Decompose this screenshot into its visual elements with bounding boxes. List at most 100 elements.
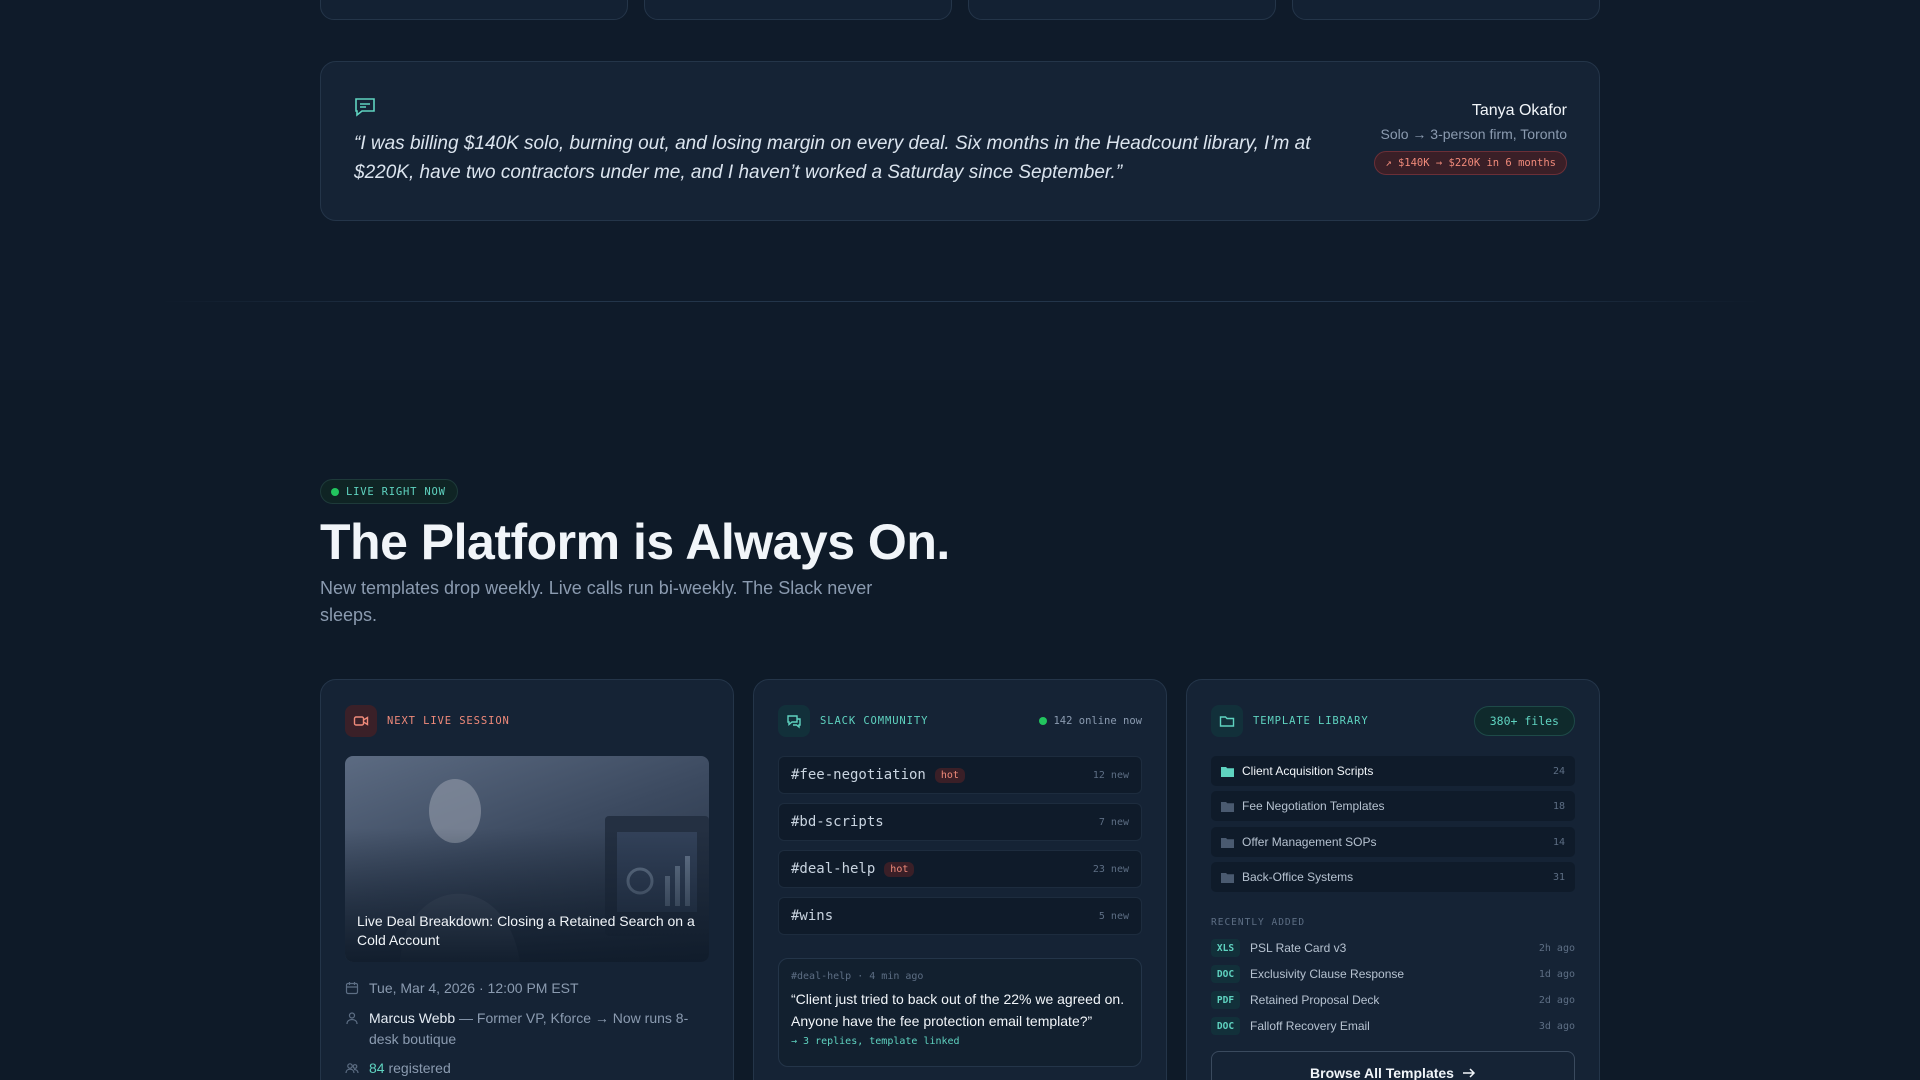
live-session-card: NEXT LIVE SESSION Live Deal Breakdown: C…	[320, 679, 734, 1080]
files-count-badge: 380+ files	[1473, 706, 1575, 736]
folder-name: Back-Office Systems	[1242, 870, 1354, 884]
new-count: 12 new	[1092, 769, 1129, 781]
chat-quote-icon	[355, 98, 375, 117]
card-header: NEXT LIVE SESSION	[345, 705, 709, 737]
folder-item[interactable]: Client Acquisition Scripts 24	[1211, 756, 1575, 786]
section-divider	[160, 301, 1760, 302]
live-status-pill: LIVE RIGHT NOW	[320, 479, 458, 504]
stat-cards-row	[320, 0, 1600, 20]
browse-templates-button[interactable]: Browse All Templates	[1211, 1051, 1575, 1080]
folder-name: Fee Negotiation Templates	[1242, 799, 1385, 813]
card-title: TEMPLATE LIBRARY	[1253, 715, 1369, 727]
testimonial-card: “I was billing $140K solo, burning out, …	[320, 61, 1600, 221]
folder-count: 18	[1552, 800, 1565, 812]
testimonial-author: Tanya Okafor Solo → 3-person firm, Toron…	[1374, 102, 1567, 175]
slack-message[interactable]: #deal-help · 4 min ago “Client just trie…	[778, 958, 1142, 1067]
session-host-row: Marcus Webb — Former VP, Kforce → Now ru…	[345, 1008, 709, 1050]
chat-icon	[778, 705, 810, 737]
live-label: LIVE RIGHT NOW	[346, 485, 446, 498]
folder-name: Offer Management SOPs	[1242, 835, 1377, 849]
folder-count: 14	[1552, 836, 1565, 848]
hot-badge: hot	[934, 767, 965, 783]
browse-label: Browse All Templates	[1310, 1065, 1454, 1080]
hot-badge: hot	[884, 861, 915, 877]
stat-card	[644, 0, 952, 20]
growth-badge: ↗ $140K → $220K in 6 months	[1374, 151, 1567, 175]
file-type-badge: PDF	[1211, 991, 1240, 1009]
video-icon	[345, 705, 377, 737]
registered-count: 84	[369, 1060, 385, 1076]
arrow-right-icon	[1462, 1068, 1476, 1078]
folder-icon	[1221, 837, 1234, 848]
channel-item[interactable]: #bd-scripts 7 new	[778, 803, 1142, 841]
channel-name: #fee-negotiation	[791, 767, 926, 783]
calendar-icon	[345, 982, 359, 995]
folder-icon	[1211, 705, 1243, 737]
author-meta: Solo → 3-person firm, Toronto	[1380, 126, 1568, 142]
stat-card	[968, 0, 1276, 20]
card-header: SLACK COMMUNITY 142 online now	[778, 705, 1142, 737]
message-meta: #deal-help · 4 min ago	[791, 971, 924, 982]
new-count: 7 new	[1098, 816, 1129, 828]
folder-count: 24	[1552, 765, 1565, 777]
file-age: 2h ago	[1538, 942, 1575, 954]
section-subhead: New templates drop weekly. Live calls ru…	[320, 578, 873, 625]
session-date-row: Tue, Mar 4, 2026 · 12:00 PM EST	[345, 978, 709, 999]
slack-community-card: SLACK COMMUNITY 142 online now #fee-nego…	[753, 679, 1167, 1080]
file-age: 1d ago	[1538, 968, 1575, 980]
message-replies[interactable]: → 3 replies, template linked	[791, 1036, 1129, 1047]
template-library-card: TEMPLATE LIBRARY 380+ files Client Acqui…	[1186, 679, 1600, 1080]
channel-name: #bd-scripts	[791, 814, 884, 830]
users-icon	[345, 1063, 359, 1074]
file-name: Falloff Recovery Email	[1250, 1019, 1370, 1033]
channel-item[interactable]: #fee-negotiation hot 12 new	[778, 756, 1142, 794]
session-date: Tue, Mar 4, 2026 · 12:00 PM EST	[369, 980, 579, 996]
file-age: 2d ago	[1538, 994, 1575, 1006]
online-count: 142 online now	[1053, 715, 1142, 727]
session-thumbnail[interactable]: Live Deal Breakdown: Closing a Retained …	[345, 756, 709, 962]
new-count: 5 new	[1098, 910, 1129, 922]
folder-item[interactable]: Offer Management SOPs 14	[1211, 827, 1575, 857]
folder-name: Client Acquisition Scripts	[1242, 764, 1374, 778]
registered-row: 84 registered	[345, 1058, 709, 1079]
folder-item[interactable]: Back-Office Systems 31	[1211, 862, 1575, 892]
file-name: Exclusivity Clause Response	[1250, 967, 1405, 981]
author-name: Tanya Okafor	[1471, 102, 1567, 119]
folder-item[interactable]: Fee Negotiation Templates 18	[1211, 791, 1575, 821]
folder-icon	[1221, 872, 1234, 883]
recent-file[interactable]: DOC Exclusivity Clause Response 1d ago	[1211, 963, 1575, 985]
file-name: Retained Proposal Deck	[1250, 993, 1380, 1007]
recently-added-label: RECENTLY ADDED	[1211, 917, 1306, 928]
registered-label: registered	[388, 1060, 451, 1076]
live-dot-icon	[331, 487, 339, 496]
recent-file[interactable]: DOC Falloff Recovery Email 3d ago	[1211, 1015, 1575, 1037]
host-name: Marcus Webb	[369, 1010, 456, 1026]
testimonial-quote: “I was billing $140K solo, burning out, …	[354, 133, 1311, 183]
file-type-badge: DOC	[1211, 1017, 1240, 1035]
card-title: NEXT LIVE SESSION	[387, 715, 510, 727]
session-title[interactable]: Live Deal Breakdown: Closing a Retained …	[357, 912, 697, 950]
online-dot-icon	[1039, 717, 1048, 725]
channel-name: #deal-help	[791, 861, 876, 877]
recent-file[interactable]: XLS PSL Rate Card v3 2h ago	[1211, 937, 1575, 959]
recent-file[interactable]: PDF Retained Proposal Deck 2d ago	[1211, 989, 1575, 1011]
file-age: 3d ago	[1538, 1020, 1575, 1032]
channel-item[interactable]: #deal-help hot 23 new	[778, 850, 1142, 888]
folder-icon	[1221, 801, 1234, 812]
file-type-badge: DOC	[1211, 965, 1240, 983]
file-name: PSL Rate Card v3	[1250, 941, 1347, 955]
card-title: SLACK COMMUNITY	[820, 715, 929, 727]
section-headline: The Platform is Always On.	[320, 514, 950, 570]
channel-item[interactable]: #wins 5 new	[778, 897, 1142, 935]
channel-name: #wins	[791, 908, 834, 924]
new-count: 23 new	[1092, 863, 1129, 875]
folder-icon	[1221, 766, 1234, 777]
stat-card	[1292, 0, 1600, 20]
user-icon	[346, 1012, 358, 1025]
folder-count: 31	[1552, 871, 1565, 883]
message-text: “Client just tried to back out of the 22…	[791, 991, 1125, 1029]
stat-card	[320, 0, 628, 20]
online-status: 142 online now	[1039, 715, 1142, 727]
card-header: TEMPLATE LIBRARY 380+ files	[1211, 705, 1575, 737]
file-type-badge: XLS	[1211, 939, 1240, 957]
